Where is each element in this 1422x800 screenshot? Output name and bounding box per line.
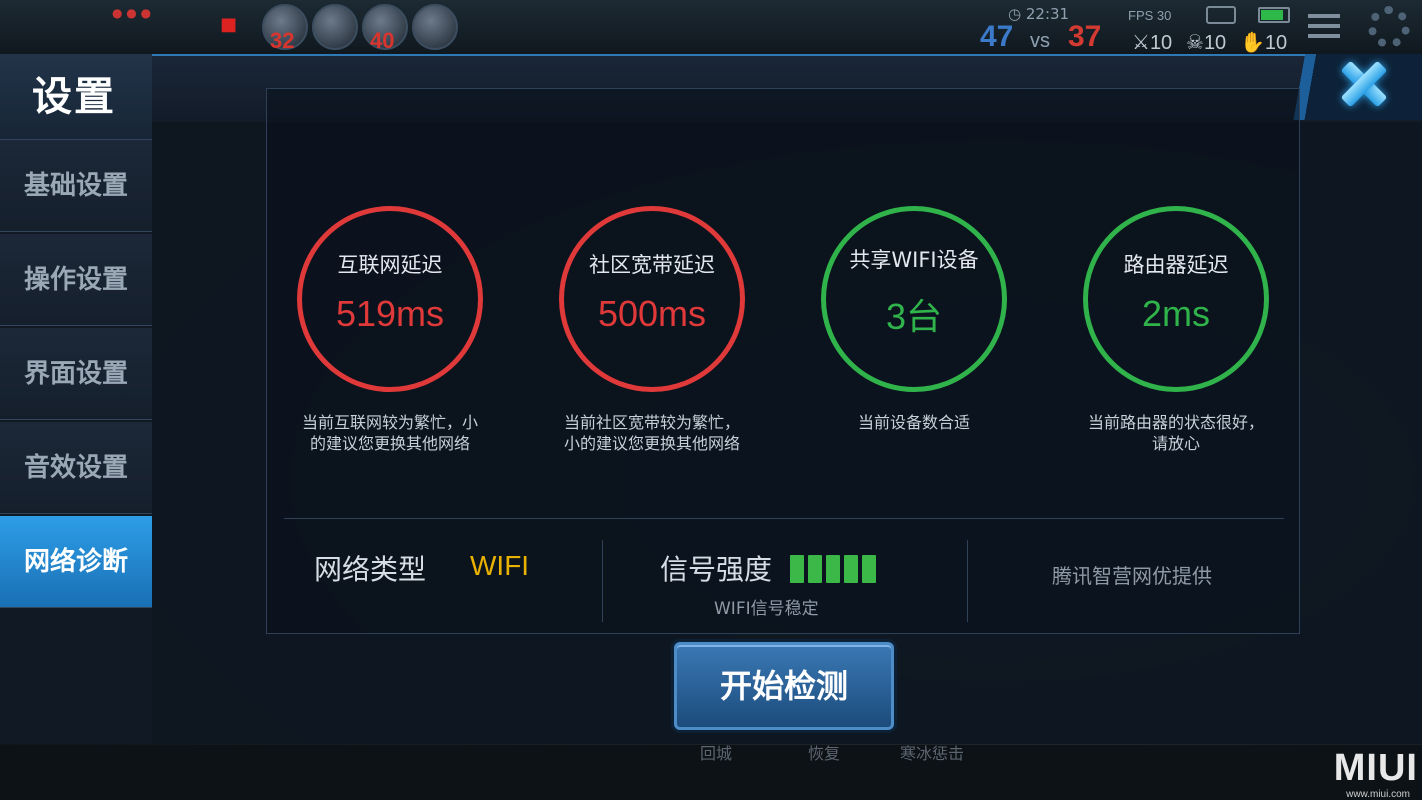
hero-avatar: 40 (362, 4, 408, 53)
red-team-score: 37 (1068, 20, 1102, 53)
versus-label: vs (1030, 30, 1050, 52)
sidebar-item-interface[interactable]: 界面设置 (0, 328, 152, 420)
battery-icon (1258, 7, 1290, 23)
minimap-marker-icon: ● ● ● (112, 6, 152, 20)
wifi-icon (1206, 6, 1236, 24)
blue-team-score: 47 (980, 20, 1014, 53)
status-ring: 社区宽带延迟 500ms (559, 206, 745, 392)
minimap-icon: ■ (220, 14, 238, 35)
signal-bar (844, 555, 858, 583)
skill-label: 回城 (700, 744, 733, 763)
settings-sidebar: 设置 基础设置 操作设置 界面设置 音效设置 网络诊断 (0, 54, 152, 744)
metric-description: 当前互联网较为繁忙，小 的建议您更换其他网络 (260, 412, 520, 454)
miui-watermark: MIUI (1333, 747, 1418, 789)
signal-strength-icon (790, 555, 876, 583)
metric-description-line: 请放心 (1151, 434, 1200, 453)
clock-text: ◷ 22:31 (1008, 5, 1070, 23)
internet-latency-metric: 互联网延迟 519ms 当前互联网较为繁忙，小 的建议您更换其他网络 (260, 206, 520, 454)
skill-label: 寒冰惩击 (900, 744, 965, 763)
gear-icon[interactable] (1368, 6, 1410, 48)
metric-description: 当前社区宽带较为繁忙， 小的建议您更换其他网络 (522, 412, 782, 454)
divider (967, 540, 968, 622)
signal-bar (790, 555, 804, 583)
divider (602, 540, 603, 622)
metric-description-line: 当前互联网较为繁忙，小 (301, 413, 478, 432)
hero-avatar (412, 4, 458, 50)
metric-value: 500ms (597, 293, 707, 334)
deaths-value: 10 (1203, 32, 1227, 54)
clock-value: 22:31 (1025, 5, 1070, 23)
hero-level: 40 (370, 28, 395, 53)
metric-description: 当前设备数合适 (784, 412, 1044, 433)
skill-label: 恢复 (808, 744, 841, 763)
sidebar-item-basic[interactable]: 基础设置 (0, 140, 152, 232)
metric-description: 当前路由器的状态很好， 请放心 (1046, 412, 1306, 454)
metric-value: 2ms (1141, 293, 1210, 334)
status-ring: 互联网延迟 519ms (297, 206, 483, 392)
status-ring: 路由器延迟 2ms (1083, 206, 1269, 392)
fps-counter: FPS 30 (1128, 8, 1172, 23)
close-icon[interactable] (1338, 58, 1390, 110)
signal-bar (808, 555, 822, 583)
assists-value: 10 (1264, 32, 1288, 54)
metric-value: 519ms (335, 293, 445, 334)
signal-bar (862, 555, 876, 583)
network-type-value: WIFI (470, 550, 530, 581)
metric-title: 互联网延迟 (337, 253, 443, 277)
sidebar-item-network-diagnosis[interactable]: 网络诊断 (0, 516, 152, 608)
metric-description-line: 的建议您更换其他网络 (309, 434, 470, 453)
router-latency-metric: 路由器延迟 2ms 当前路由器的状态很好， 请放心 (1046, 206, 1306, 454)
status-ring: 共享WIFI设备 3台 (821, 206, 1007, 392)
metric-description-line: 当前路由器的状态很好， (1087, 413, 1264, 432)
hero-avatar (312, 4, 358, 50)
sidebar-item-audio[interactable]: 音效设置 (0, 422, 152, 514)
settings-title: 设置 (0, 54, 152, 140)
metric-description-line: 当前设备数合适 (857, 413, 970, 432)
metric-description-line: 当前社区宽带较为繁忙， (563, 413, 740, 432)
metric-title: 社区宽带延迟 (589, 253, 715, 277)
signal-status: WIFI信号稳定 (714, 599, 819, 619)
signal-bar (826, 555, 840, 583)
sidebar-item-controls[interactable]: 操作设置 (0, 234, 152, 326)
signal-strength-label: 信号强度 (660, 553, 773, 586)
hero-level: 32 (270, 28, 295, 53)
deaths-stat: ☠10 (1186, 32, 1227, 54)
miui-url: www.miui.com (1346, 789, 1410, 800)
network-type-label: 网络类型 (314, 553, 427, 586)
community-broadband-latency-metric: 社区宽带延迟 500ms 当前社区宽带较为繁忙， 小的建议您更换其他网络 (522, 206, 782, 454)
assists-stat: ✋10 (1240, 32, 1288, 54)
divider (284, 518, 1284, 519)
metric-value: 3台 (885, 296, 943, 337)
metric-description-line: 小的建议您更换其他网络 (563, 434, 740, 453)
start-detection-button[interactable]: 开始检测 (674, 642, 894, 730)
game-hud: ● ● ● ■ 32 40 ◷ 22:31 FPS 30 47 vs 37 ⚔1… (0, 0, 1422, 54)
menu-icon[interactable] (1308, 14, 1340, 44)
hero-avatar: 32 (262, 4, 308, 53)
shared-wifi-devices-metric: 共享WIFI设备 3台 当前设备数合适 (784, 206, 1044, 433)
kills-value: 10 (1149, 32, 1173, 54)
metric-title: 共享WIFI设备 (849, 248, 979, 272)
metric-title: 路由器延迟 (1123, 253, 1229, 277)
kills-stat: ⚔10 (1132, 32, 1173, 54)
provider-credit: 腾讯智营网优提供 (1052, 564, 1212, 588)
